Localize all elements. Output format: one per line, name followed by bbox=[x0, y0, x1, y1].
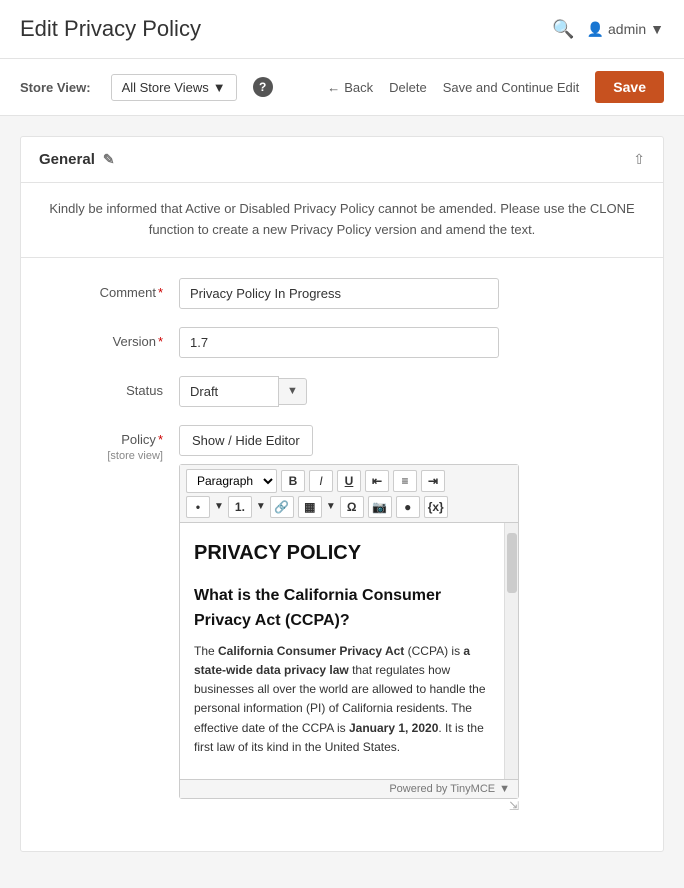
show-hide-editor-button[interactable]: Show / Hide Editor bbox=[179, 425, 313, 456]
chevron-down-icon: ▼ bbox=[213, 80, 226, 95]
status-label: Status bbox=[39, 376, 179, 398]
policy-row: Policy* [store view] Show / Hide Editor bbox=[39, 425, 645, 813]
toolbar: Store View: All Store Views ▼ ? ← Back D… bbox=[0, 59, 684, 116]
search-icon[interactable]: 🔍 bbox=[552, 19, 574, 40]
italic-button[interactable]: I bbox=[309, 470, 333, 492]
editor-toolbar: Paragraph B I U ⇤ ≡ ⇥ • ▼ bbox=[180, 465, 518, 523]
tinymce-editor: Paragraph B I U ⇤ ≡ ⇥ • ▼ bbox=[179, 464, 519, 799]
editor-scrollbar-thumb bbox=[507, 533, 517, 593]
link-button[interactable]: 🔗 bbox=[270, 496, 294, 518]
status-arrow-icon[interactable]: ▼ bbox=[279, 378, 307, 405]
save-button[interactable]: Save bbox=[595, 71, 664, 103]
general-section: General ✎ ⇧ Kindly be informed that Acti… bbox=[20, 136, 664, 852]
user-icon: 👤 bbox=[587, 21, 604, 38]
comment-field-wrap bbox=[179, 278, 645, 309]
version-row: Version* bbox=[39, 327, 645, 358]
comment-required: * bbox=[158, 285, 163, 300]
version-field-wrap bbox=[179, 327, 645, 358]
editor-toolbar-row-1: Paragraph B I U ⇤ ≡ ⇥ bbox=[186, 469, 512, 493]
version-required: * bbox=[158, 334, 163, 349]
content-paragraph: The California Consumer Privacy Act (CCP… bbox=[194, 642, 496, 757]
policy-field-wrap: Show / Hide Editor Paragraph B I bbox=[179, 425, 645, 813]
chevron-down-icon: ▼ bbox=[499, 783, 510, 795]
tinymce-label: Powered by TinyMCE bbox=[389, 783, 495, 795]
status-select-wrap: Draft Active Disabled ▼ bbox=[179, 376, 645, 407]
editor-content[interactable]: PRIVACY POLICY What is the California Co… bbox=[180, 523, 518, 779]
status-field-wrap: Draft Active Disabled ▼ bbox=[179, 376, 645, 407]
comment-input[interactable] bbox=[179, 278, 499, 309]
table-button[interactable]: ▦ bbox=[298, 496, 322, 518]
editor-toolbar-row-2: • ▼ 1. ▼ 🔗 ▦ ▼ Ω 📷 ● {x} bbox=[186, 496, 512, 518]
policy-label: Policy* [store view] bbox=[39, 425, 179, 462]
notice-text: Kindly be informed that Active or Disabl… bbox=[21, 183, 663, 258]
paragraph-select[interactable]: Paragraph bbox=[186, 469, 277, 493]
align-right-button[interactable]: ⇥ bbox=[421, 470, 445, 492]
embed-button[interactable]: ● bbox=[396, 496, 420, 518]
store-view-label: Store View: bbox=[20, 80, 91, 95]
save-continue-button[interactable]: Save and Continue Edit bbox=[443, 80, 580, 95]
page-header: Edit Privacy Policy 🔍 👤 admin ▼ bbox=[0, 0, 684, 59]
ordered-arrow-icon[interactable]: ▼ bbox=[256, 501, 266, 512]
policy-required: * bbox=[158, 432, 163, 447]
table-arrow-icon[interactable]: ▼ bbox=[326, 501, 336, 512]
ordered-list-button[interactable]: 1. bbox=[228, 496, 252, 518]
form-body: Comment* Version* Status bbox=[21, 258, 663, 851]
content: General ✎ ⇧ Kindly be informed that Acti… bbox=[0, 116, 684, 888]
section-edit-icon[interactable]: ✎ bbox=[103, 151, 115, 168]
status-select[interactable]: Draft Active Disabled bbox=[179, 376, 279, 407]
align-center-button[interactable]: ≡ bbox=[393, 470, 417, 492]
content-h2: What is the California Consumer Privacy … bbox=[194, 583, 496, 634]
policy-sublabel: [store view] bbox=[107, 450, 163, 462]
align-left-button[interactable]: ⇤ bbox=[365, 470, 389, 492]
page-title: Edit Privacy Policy bbox=[20, 16, 201, 42]
back-arrow-icon: ← bbox=[327, 80, 340, 95]
list-arrow-icon[interactable]: ▼ bbox=[214, 501, 224, 512]
resize-handle[interactable]: ⇲ bbox=[509, 799, 519, 813]
version-label: Version* bbox=[39, 327, 179, 349]
resize-area: ⇲ bbox=[179, 799, 519, 813]
underline-button[interactable]: U bbox=[337, 470, 361, 492]
admin-user-menu[interactable]: 👤 admin ▼ bbox=[587, 21, 664, 38]
chevron-down-icon: ▼ bbox=[650, 21, 664, 37]
variable-button[interactable]: {x} bbox=[424, 496, 448, 518]
comment-row: Comment* bbox=[39, 278, 645, 309]
section-title: General ✎ bbox=[39, 151, 115, 168]
image-button[interactable]: 📷 bbox=[368, 496, 392, 518]
bold-button[interactable]: B bbox=[281, 470, 305, 492]
back-button[interactable]: ← Back bbox=[327, 80, 373, 95]
unordered-list-button[interactable]: • bbox=[186, 496, 210, 518]
toolbar-actions: ← Back Delete Save and Continue Edit Sav… bbox=[327, 71, 664, 103]
editor-scrollbar[interactable] bbox=[504, 523, 518, 779]
admin-label: admin bbox=[608, 21, 646, 37]
help-icon[interactable]: ? bbox=[253, 77, 273, 97]
comment-label: Comment* bbox=[39, 278, 179, 300]
store-view-select[interactable]: All Store Views ▼ bbox=[111, 74, 237, 101]
header-icons: 🔍 👤 admin ▼ bbox=[552, 19, 664, 40]
content-title: PRIVACY POLICY bbox=[194, 537, 496, 569]
omega-button[interactable]: Ω bbox=[340, 496, 364, 518]
status-row: Status Draft Active Disabled ▼ bbox=[39, 376, 645, 407]
editor-outer: PRIVACY POLICY What is the California Co… bbox=[180, 523, 518, 779]
section-header: General ✎ ⇧ bbox=[21, 137, 663, 183]
version-input[interactable] bbox=[179, 327, 499, 358]
collapse-icon[interactable]: ⇧ bbox=[633, 151, 645, 168]
store-view-value: All Store Views bbox=[122, 80, 209, 95]
delete-button[interactable]: Delete bbox=[389, 80, 427, 95]
editor-footer: Powered by TinyMCE ▼ bbox=[180, 779, 518, 798]
